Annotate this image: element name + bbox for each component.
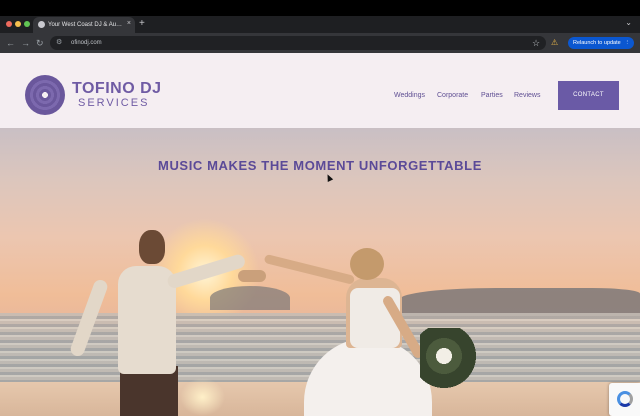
browser-tab[interactable]: Your West Coast DJ & Audio × [33, 17, 135, 33]
hero-title: MUSIC MAKES THE MOMENT UNFORGETTABLE [158, 158, 482, 173]
distant-headland [400, 288, 640, 316]
warning-icon[interactable]: ⚠ [551, 37, 558, 49]
recaptcha-badge[interactable] [609, 383, 640, 416]
bride-hair [350, 248, 384, 280]
bouquet [420, 328, 480, 398]
nav-link-weddings[interactable]: Weddings [394, 91, 425, 100]
new-tab-button[interactable]: + [139, 17, 145, 31]
contact-button[interactable]: CONTACT [558, 81, 619, 110]
nav-link-parties[interactable]: Parties [481, 91, 503, 100]
bookmark-star-icon[interactable]: ☆ [532, 37, 540, 49]
address-bar[interactable]: ⚙ ofinodj.com [50, 36, 546, 50]
site-info-icon[interactable]: ⚙ [56, 39, 62, 47]
joined-hands [238, 270, 266, 282]
tab-close-icon[interactable]: × [127, 19, 131, 29]
groom-head [139, 230, 165, 264]
bride-left-arm [263, 253, 356, 285]
distant-island [210, 286, 290, 310]
forward-icon[interactable]: → [21, 37, 30, 49]
update-label: Relaunch to update [573, 40, 621, 46]
back-icon[interactable]: ← [6, 37, 15, 49]
url-text[interactable]: ofinodj.com [71, 39, 102, 47]
tab-title: Your West Coast DJ & Audio [48, 22, 124, 28]
nav-link-reviews[interactable]: Reviews [514, 91, 540, 100]
reload-icon[interactable]: ↻ [36, 37, 44, 49]
logo-subtitle[interactable]: SERVICES [78, 97, 149, 109]
browser-menu-icon[interactable]: ⋮ [625, 37, 631, 49]
recaptcha-icon [617, 391, 633, 407]
relaunch-update-button[interactable]: Relaunch to update ⋮ [568, 37, 634, 49]
window-titlebar [0, 0, 640, 16]
tab-search-chevron-icon[interactable]: ⌄ [625, 18, 632, 27]
logo-title[interactable]: TOFINO DJ [72, 80, 162, 98]
close-window-button[interactable] [6, 21, 12, 27]
vinyl-record-icon[interactable] [25, 75, 65, 115]
minimize-window-button[interactable] [15, 21, 21, 27]
sun-reflection [180, 378, 225, 416]
maximize-window-button[interactable] [24, 21, 30, 27]
nav-link-corporate[interactable]: Corporate [437, 91, 468, 100]
site-favicon-icon [38, 21, 45, 28]
